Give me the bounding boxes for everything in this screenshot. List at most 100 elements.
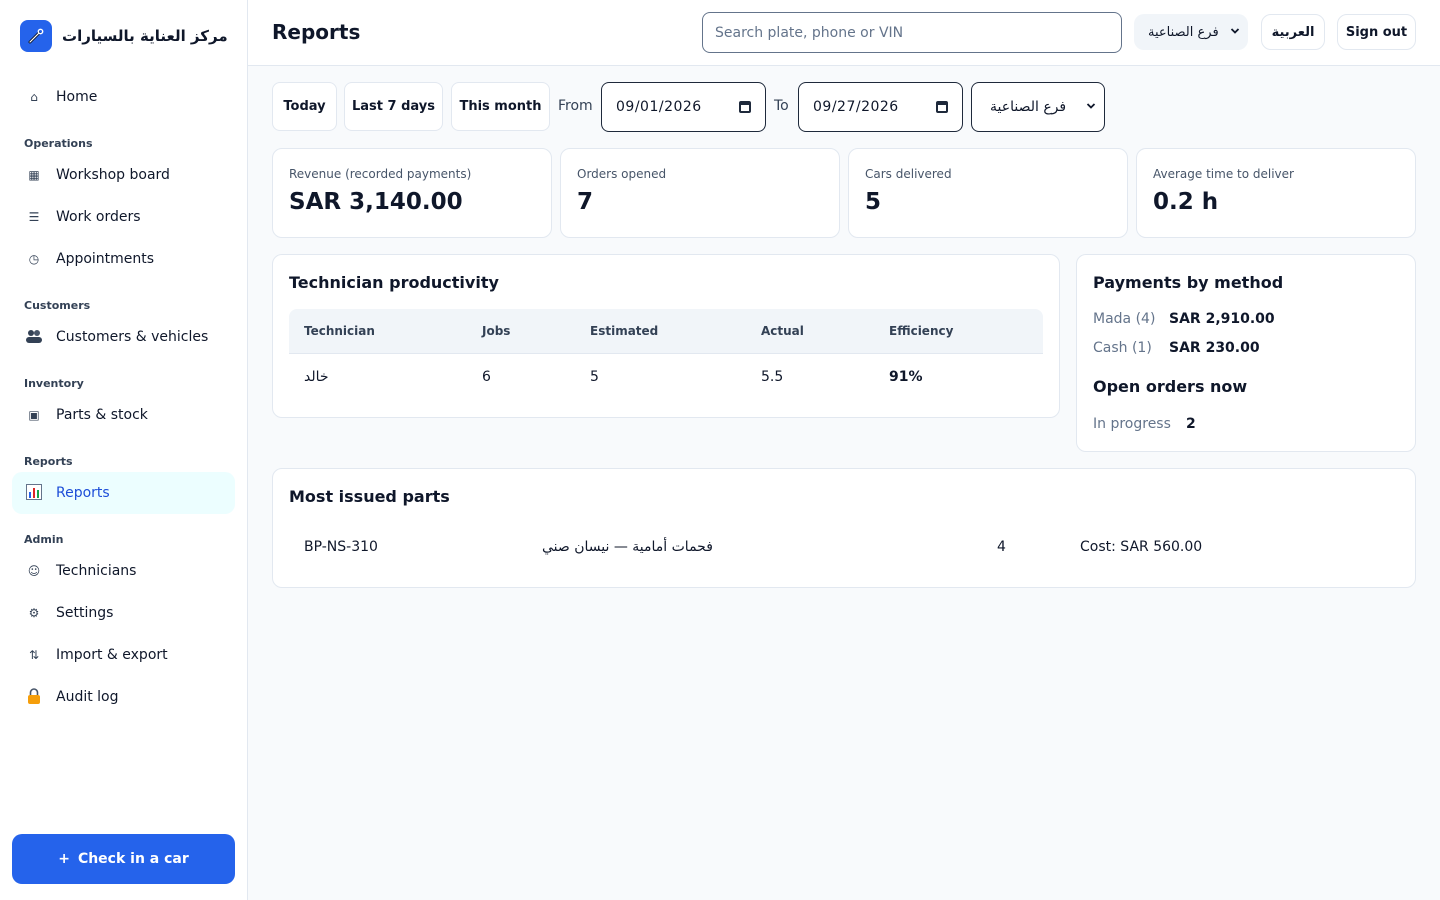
chevron-down-icon: [1230, 25, 1240, 40]
top-header: Reports فرع الصناعية العربية Sign out: [248, 0, 1440, 66]
stat-value: 0.2 h: [1153, 189, 1219, 215]
nav-section-admin: Admin: [24, 533, 64, 546]
stat-card-revenue: Revenue (recorded payments) SAR 3,140.00: [272, 148, 552, 238]
part-sku: BP-NS-310: [304, 539, 378, 555]
part-name: فحمات أمامية — نيسان صني: [542, 539, 713, 555]
sidebar-item-settings[interactable]: ⚙ Settings: [12, 592, 235, 634]
box-icon: ▣: [28, 408, 40, 422]
sidebar-item-technicians[interactable]: ☺ Technicians: [12, 550, 235, 592]
stat-card-orders-opened: Orders opened 7: [560, 148, 840, 238]
header-branch-value: فرع الصناعية: [1148, 24, 1219, 40]
lock-icon: [26, 687, 42, 707]
sidebar-item-label: Work orders: [56, 209, 141, 225]
nav-section-inventory: Inventory: [24, 377, 84, 390]
calendar-icon[interactable]: [739, 101, 751, 113]
home-icon: ⌂: [30, 90, 38, 104]
sidebar-item-customers-vehicles[interactable]: Customers & vehicles: [12, 316, 235, 358]
stat-label: Revenue (recorded payments): [289, 167, 472, 181]
part-cost: Cost: SAR 560.00: [1080, 539, 1203, 555]
brand[interactable]: مركز العناية بالسيارات: [20, 20, 228, 52]
table-header: Technician Jobs Estimated Actual Efficie…: [289, 309, 1043, 354]
payments-card: Payments by method Mada (4) SAR 2,910.00…: [1076, 254, 1416, 452]
to-label: To: [774, 98, 789, 114]
stat-label: Orders opened: [577, 167, 667, 181]
sidebar-item-label: Settings: [56, 605, 114, 621]
to-date-input[interactable]: 09/27/2026: [798, 82, 963, 132]
sidebar-item-appointments[interactable]: ◷ Appointments: [12, 238, 235, 280]
sidebar-item-label: Workshop board: [56, 167, 170, 183]
stat-label: Cars delivered: [865, 167, 952, 181]
sidebar-item-label: Parts & stock: [56, 407, 148, 423]
column-header: Actual: [761, 324, 804, 338]
technician-name: خالد: [304, 369, 329, 385]
chevron-down-icon: [1086, 99, 1096, 115]
payment-amount: SAR 2,910.00: [1169, 311, 1275, 327]
most-issued-parts-card: Most issued parts BP-NS-310 فحمات أمامية…: [272, 468, 1416, 588]
column-header: Technician: [304, 324, 375, 338]
filter-today-button[interactable]: Today: [272, 82, 337, 131]
order-status: In progress: [1093, 416, 1171, 432]
card-title: Technician productivity: [289, 273, 499, 292]
calendar-icon[interactable]: [936, 101, 948, 113]
from-date-input[interactable]: 09/01/2026: [601, 82, 766, 132]
sidebar-item-workshop-board[interactable]: ▦ Workshop board: [12, 154, 235, 196]
stat-card-avg-time: Average time to deliver 0.2 h: [1136, 148, 1416, 238]
order-count: 2: [1186, 416, 1196, 432]
stat-value: 5: [865, 189, 882, 215]
jobs-value: 6: [482, 369, 491, 385]
header-branch-select[interactable]: فرع الصناعية: [1134, 14, 1248, 50]
brand-name: مركز العناية بالسيارات: [62, 27, 228, 45]
sidebar-item-label: Audit log: [56, 689, 119, 705]
sidebar-nav: ⌂ Home Operations ▦ Workshop board ☰ Wor…: [12, 76, 235, 718]
branch-filter-select[interactable]: فرع الصناعية: [971, 82, 1105, 132]
nav-section-customers: Customers: [24, 299, 91, 312]
stat-value: 7: [577, 189, 594, 215]
plus-icon: +: [58, 851, 70, 867]
branch-filter-value: فرع الصناعية: [990, 99, 1067, 115]
page-title: Reports: [272, 20, 361, 44]
payment-method: Mada (4): [1093, 311, 1156, 327]
wrench-icon: [20, 20, 52, 52]
part-qty: 4: [997, 539, 1006, 555]
sidebar-item-parts-stock[interactable]: ▣ Parts & stock: [12, 394, 235, 436]
sidebar-item-home[interactable]: ⌂ Home: [12, 76, 235, 118]
language-button[interactable]: العربية: [1261, 14, 1325, 50]
technician-productivity-card: Technician productivity Technician Jobs …: [272, 254, 1060, 418]
nav-section-reports: Reports: [24, 455, 73, 468]
estimated-value: 5: [590, 369, 599, 385]
card-title: Most issued parts: [289, 487, 450, 506]
to-date-value: 09/27/2026: [813, 99, 899, 115]
check-in-car-button[interactable]: + Check in a car: [12, 834, 235, 884]
sign-out-button[interactable]: Sign out: [1337, 14, 1416, 50]
payment-amount: SAR 230.00: [1169, 340, 1260, 356]
actual-value: 5.5: [761, 369, 784, 385]
bar-chart-icon: [26, 483, 42, 503]
from-label: From: [558, 98, 593, 114]
sidebar-item-label: Technicians: [56, 563, 137, 579]
payment-method: Cash (1): [1093, 340, 1152, 356]
stat-card-cars-delivered: Cars delivered 5: [848, 148, 1128, 238]
column-header: Efficiency: [889, 324, 954, 338]
sidebar-item-reports[interactable]: Reports: [12, 472, 235, 514]
sidebar-item-work-orders[interactable]: ☰ Work orders: [12, 196, 235, 238]
filter-last-7-days-button[interactable]: Last 7 days: [344, 82, 443, 131]
column-header: Estimated: [590, 324, 659, 338]
sidebar-item-label: Reports: [56, 485, 110, 501]
sidebar-item-label: Import & export: [56, 647, 168, 663]
sidebar: مركز العناية بالسيارات ⌂ Home Operations…: [0, 0, 248, 900]
sidebar-item-label: Home: [56, 89, 98, 105]
people-icon: [26, 329, 42, 346]
gear-icon: ⚙: [28, 606, 40, 620]
clock-icon: ◷: [28, 252, 40, 266]
stat-label: Average time to deliver: [1153, 167, 1294, 181]
person-icon: ☺: [27, 564, 41, 578]
sidebar-item-import-export[interactable]: ⇅ Import & export: [12, 634, 235, 676]
efficiency-value: 91%: [889, 369, 923, 385]
list-icon: ☰: [28, 210, 40, 224]
open-orders-title: Open orders now: [1093, 377, 1248, 396]
check-in-label: Check in a car: [77, 851, 189, 867]
card-title: Payments by method: [1093, 273, 1284, 292]
filter-this-month-button[interactable]: This month: [451, 82, 550, 131]
search-input[interactable]: [702, 12, 1122, 53]
sidebar-item-audit-log[interactable]: Audit log: [12, 676, 235, 718]
